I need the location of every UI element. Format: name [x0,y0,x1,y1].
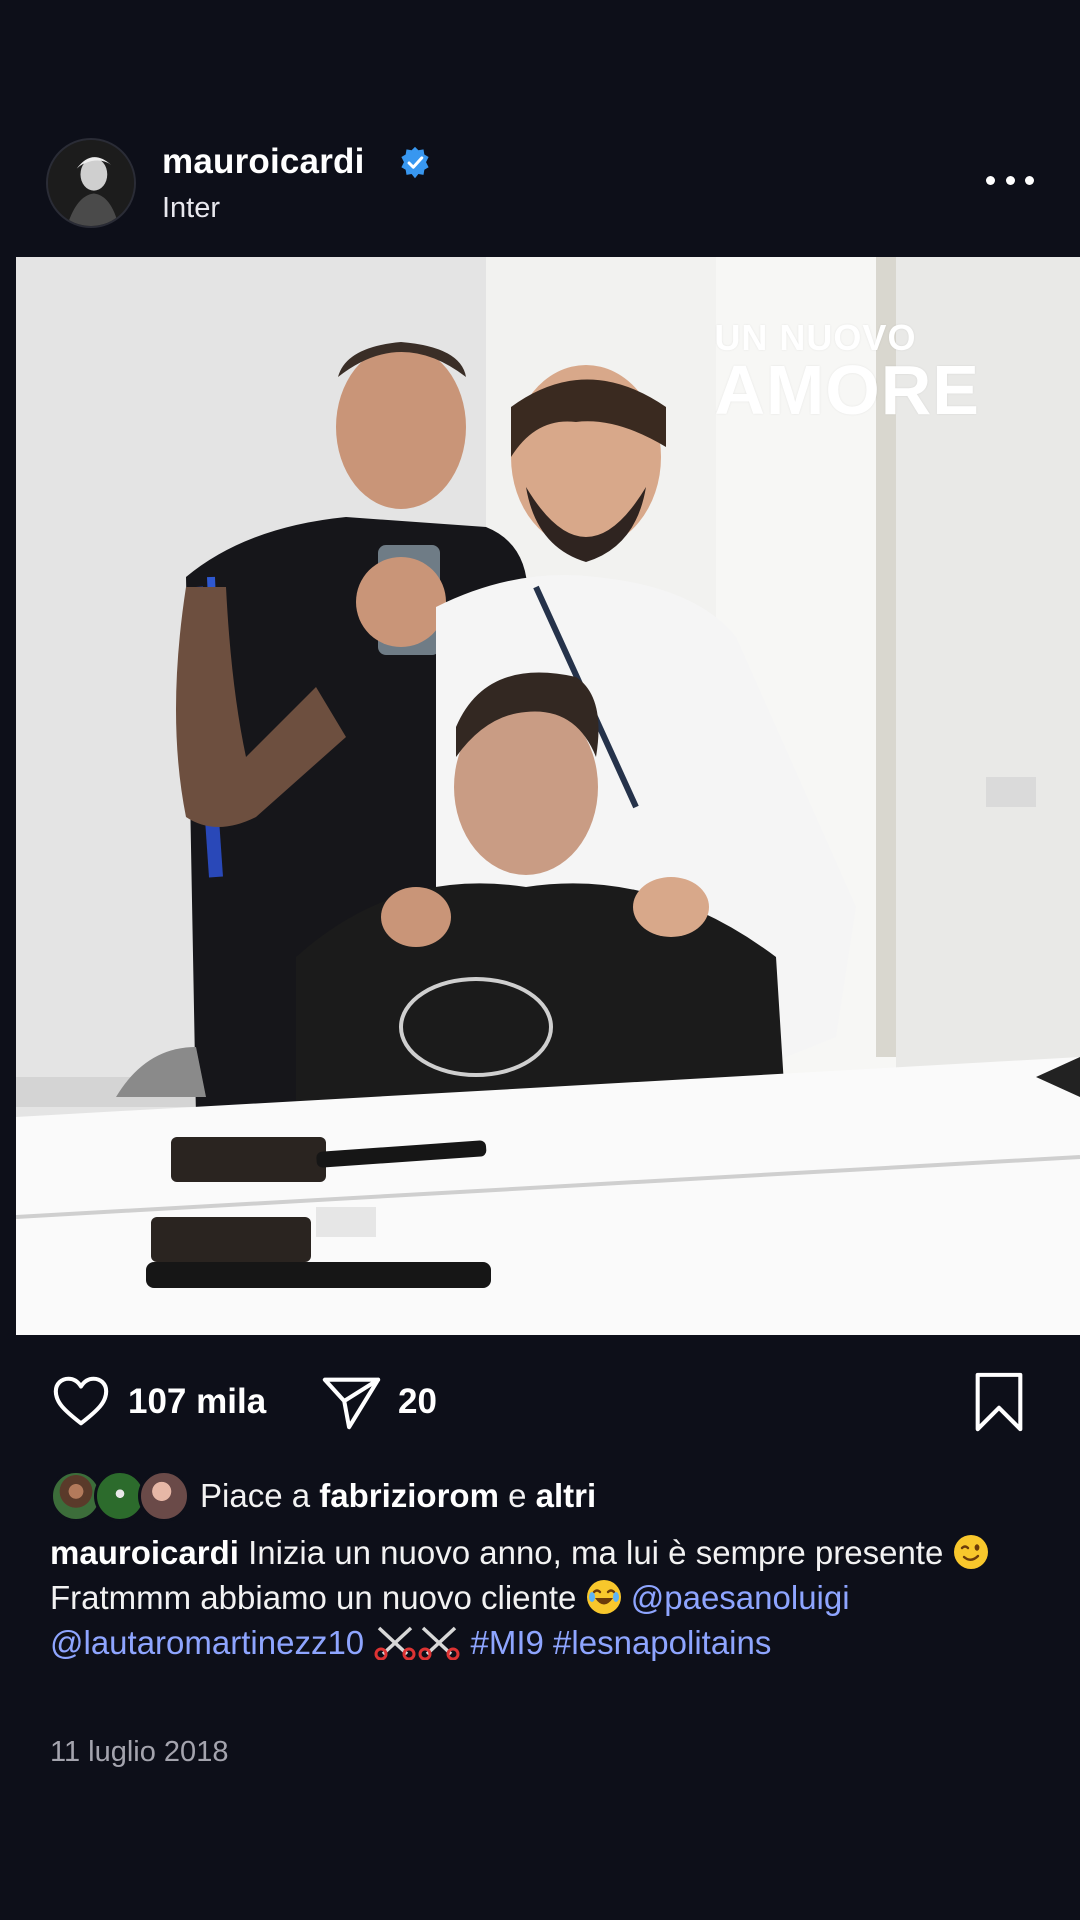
caption-text-line2: Fratmmm abbiamo un nuovo cliente [50,1579,586,1616]
verified-badge-icon [401,146,429,179]
more-options-icon[interactable] [986,172,1034,188]
post-image[interactable]: UN NUOVO AMORE [16,257,1080,1335]
header-username[interactable]: mauroicardi [162,142,365,182]
post-caption: mauroicardi Inizia un nuovo anno, ma lui… [50,1530,1040,1665]
post-date: 11 luglio 2018 [50,1736,229,1768]
post-screen: mauroicardi Inter UN NUOVO AMORE 107 mil… [0,0,1080,1920]
likes-count[interactable]: 107 mila [128,1382,266,1422]
scissors-emoji-icon [418,1626,460,1660]
profile-avatar[interactable] [46,138,136,228]
share-button[interactable]: 20 [320,1370,437,1434]
header-location[interactable]: Inter [162,192,220,225]
mention-link[interactable]: @lautaromartinezz10 [50,1624,364,1661]
mention-link[interactable]: @paesanoluigi [631,1579,850,1616]
liker-avatar [138,1470,190,1522]
post-header: mauroicardi Inter [46,138,1034,228]
image-text-overlay: UN NUOVO AMORE [714,317,980,429]
send-icon [322,1377,381,1430]
action-bar: 107 mila 20 [50,1370,1030,1434]
save-button[interactable] [968,1370,1030,1434]
overlay-line2: AMORE [714,351,980,429]
liked-by-text: Piace a fabriziorom e altri [200,1477,596,1515]
liked-by-others[interactable]: altri [536,1477,597,1514]
liked-by-row[interactable]: Piace a fabriziorom e altri [50,1468,1040,1524]
heart-icon [53,1376,109,1426]
liked-by-user[interactable]: fabriziorom [319,1477,499,1514]
shares-count[interactable]: 20 [398,1382,437,1422]
liked-by-prefix: Piace a [200,1477,320,1514]
like-button[interactable]: 107 mila [50,1370,266,1434]
winking-face-emoji-icon [953,1535,988,1569]
liker-avatars [50,1468,190,1524]
caption-username[interactable]: mauroicardi [50,1534,239,1571]
hashtag-link[interactable]: #MI9 [471,1624,544,1661]
bookmark-icon [975,1372,1023,1432]
caption-text-line1: Inizia un nuovo anno, ma lui è sempre pr… [238,1534,953,1571]
hashtag-link[interactable]: #lesnapolitains [553,1624,771,1661]
tears-of-joy-emoji-icon [586,1580,621,1614]
liked-by-mid: e [498,1477,536,1514]
scissors-emoji-icon [374,1626,416,1660]
